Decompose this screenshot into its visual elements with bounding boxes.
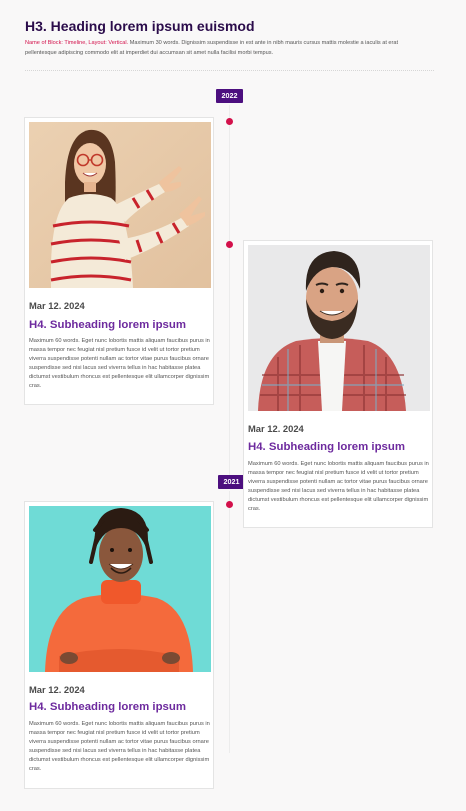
bearded-man-photo [248, 245, 430, 411]
timeline-card: Mar 12. 2024 H4. Subheading lorem ipsum … [24, 501, 214, 789]
man-orange-sweater-photo [29, 506, 211, 672]
entry-subheading: H4. Subheading lorem ipsum [29, 319, 186, 331]
block-meta-label: Name of Block: Timeline, Layout: Vertica… [25, 40, 129, 46]
entry-subheading: H4. Subheading lorem ipsum [29, 701, 186, 713]
entry-date: Mar 12. 2024 [248, 423, 304, 434]
timeline-line [229, 491, 230, 753]
woman-pointing-photo [29, 122, 211, 288]
entry-subheading: H4. Subheading lorem ipsum [248, 441, 405, 453]
timeline-page: H3. Heading lorem ipsum euismod Name of … [0, 0, 466, 811]
year-badge-2022: 2022 [216, 89, 243, 103]
timeline-dot [226, 501, 233, 508]
entry-date: Mar 12. 2024 [29, 300, 85, 311]
entry-body: Maximum 60 words. Eget nunc lobortis mat… [29, 338, 210, 389]
entry-date: Mar 12. 2024 [29, 684, 85, 695]
page-title: H3. Heading lorem ipsum euismod [25, 18, 255, 34]
timeline-card: Mar 12. 2024 H4. Subheading lorem ipsum … [243, 240, 433, 528]
year-badge-2021: 2021 [218, 475, 245, 489]
dotted-divider [25, 70, 434, 71]
timeline-line [229, 105, 230, 477]
timeline-dot [226, 118, 233, 125]
timeline-card: Mar 12. 2024 H4. Subheading lorem ipsum … [24, 117, 214, 405]
block-description: Name of Block: Timeline, Layout: Vertica… [25, 39, 420, 58]
entry-body: Maximum 60 words. Eget nunc lobortis mat… [248, 461, 429, 512]
entry-body: Maximum 60 words. Eget nunc lobortis mat… [29, 721, 210, 772]
timeline-dot [226, 241, 233, 248]
